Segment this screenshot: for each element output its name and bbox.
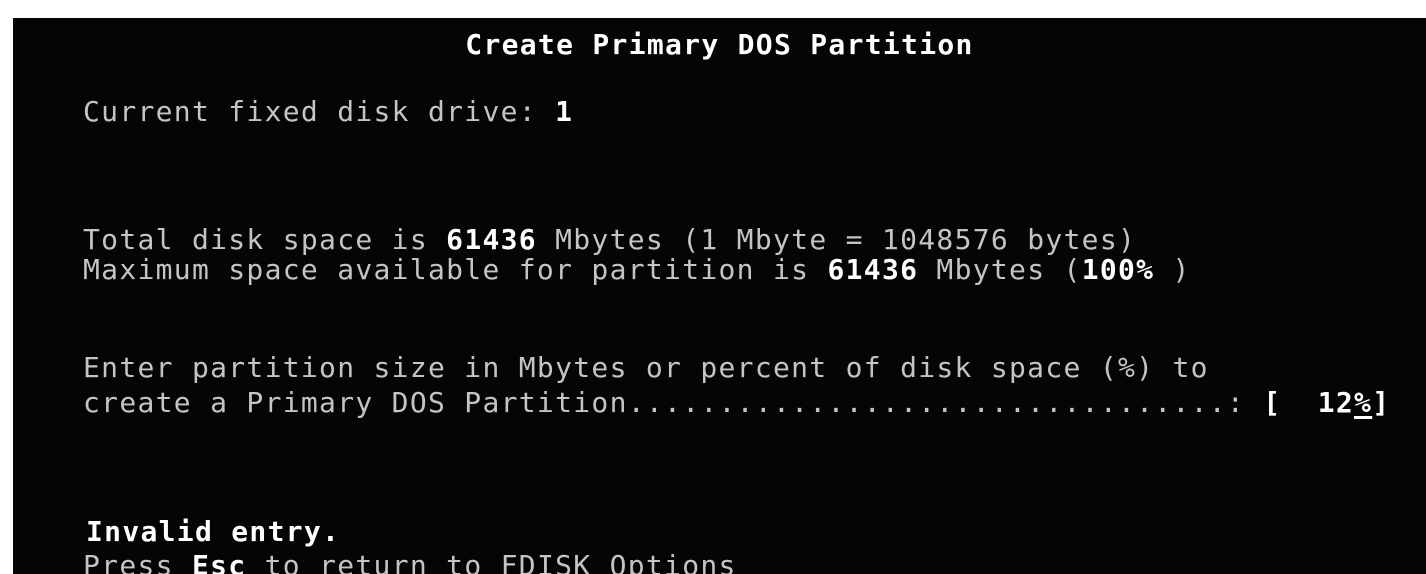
- max-space-close: ): [1154, 253, 1191, 286]
- partition-size-input[interactable]: [ 12%]: [1263, 386, 1390, 419]
- total-disk-space-value: 61436: [446, 223, 537, 256]
- screen-title: Create Primary DOS Partition: [465, 28, 974, 61]
- current-drive-value: 1: [555, 95, 574, 128]
- max-space-label: Maximum space available for partition is: [83, 253, 828, 286]
- esc-hint-suffix: to return to FDISK Options: [246, 549, 737, 574]
- esc-hint-line: Press Esc to return to FDISK Options: [83, 550, 737, 574]
- max-space-value: 61436: [827, 253, 919, 286]
- current-drive-label: Current fixed disk drive:: [83, 95, 556, 128]
- input-close-bracket: ]: [1372, 386, 1391, 419]
- total-disk-space-unit: Mbytes (1 Mbyte = 1048576 bytes): [536, 223, 1137, 256]
- partition-size-prompt-line1: Enter partition size in Mbytes or percen…: [83, 351, 1209, 384]
- current-drive-line: Current fixed disk drive: 1: [83, 96, 573, 128]
- input-value[interactable]: 12: [1281, 386, 1354, 419]
- total-disk-space-line: Total disk space is 61436 Mbytes (1 Mbyt…: [83, 224, 1136, 256]
- dos-terminal-screen: Create Primary DOS Partition Current fix…: [13, 18, 1426, 574]
- max-space-percent: 100%: [1081, 253, 1155, 286]
- partition-size-prompt-label: create a Primary DOS Partition..........…: [83, 386, 1264, 419]
- esc-hint-prefix: Press: [83, 549, 192, 574]
- input-open-bracket: [: [1263, 386, 1282, 419]
- input-cursor[interactable]: %: [1354, 386, 1372, 419]
- esc-key[interactable]: Esc: [192, 549, 246, 574]
- partition-size-prompt-line2: create a Primary DOS Partition..........…: [83, 387, 1390, 419]
- total-disk-space-label: Total disk space is: [83, 223, 447, 256]
- max-space-line: Maximum space available for partition is…: [83, 254, 1191, 286]
- max-space-unit: Mbytes (: [918, 253, 1082, 286]
- error-message: Invalid entry.: [86, 515, 341, 548]
